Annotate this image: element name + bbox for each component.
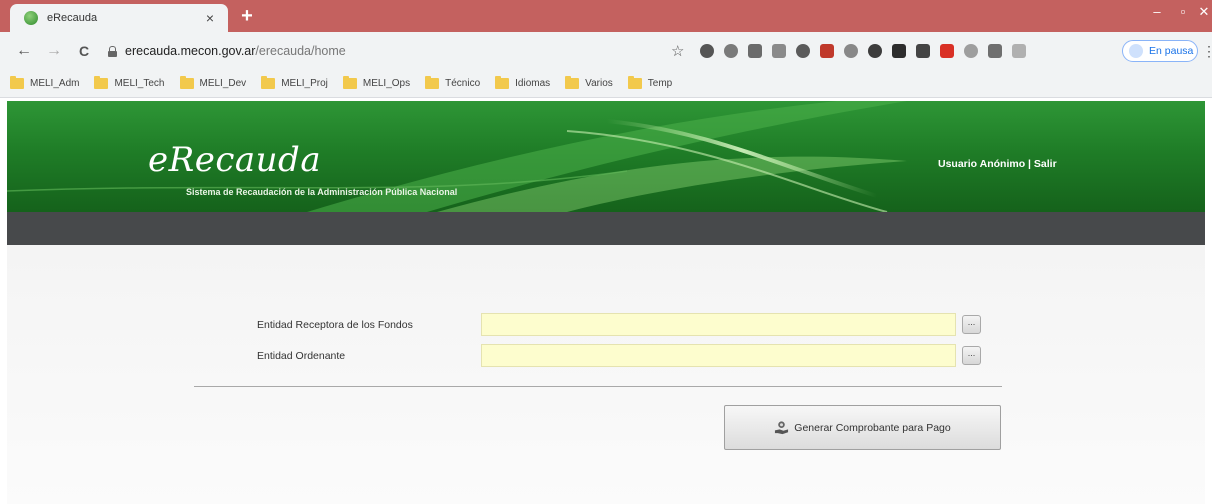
browser-tab-erecauda[interactable]: eRecauda × bbox=[10, 4, 228, 32]
folder-icon bbox=[425, 76, 440, 89]
hand-coin-icon bbox=[775, 421, 789, 435]
url-host: erecauda.mecon.gov.ar bbox=[125, 44, 256, 58]
extension-icon[interactable] bbox=[892, 44, 906, 58]
generar-comprobante-button[interactable]: Generar Comprobante para Pago bbox=[724, 405, 1001, 450]
window-minimize-button[interactable]: – bbox=[1146, 2, 1168, 24]
logo-subtitle: Sistema de Recaudación de la Administrac… bbox=[186, 187, 458, 197]
tab-title: eRecauda bbox=[47, 12, 98, 24]
folder-icon bbox=[495, 76, 510, 89]
address-bar[interactable]: erecauda.mecon.gov.ar/erecauda/home bbox=[108, 38, 668, 64]
bookmark-folder[interactable]: MELI_Adm bbox=[10, 76, 80, 89]
entidad-receptora-label: Entidad Receptora de los Fondos bbox=[257, 319, 413, 331]
green-globe-icon bbox=[24, 11, 38, 25]
bookmarks-bar: MELI_Adm MELI_Tech MELI_Dev MELI_Proj ME… bbox=[0, 70, 1212, 98]
lock-icon bbox=[108, 45, 117, 57]
extension-icon[interactable] bbox=[940, 44, 954, 58]
extension-icon[interactable] bbox=[748, 44, 762, 58]
entidad-ordenante-lookup-button[interactable]: ... bbox=[962, 346, 981, 365]
nav-bar bbox=[7, 212, 1205, 245]
bookmark-folder[interactable]: MELI_Tech bbox=[94, 76, 165, 89]
browser-toolbar: ← → C erecauda.mecon.gov.ar/erecauda/hom… bbox=[0, 32, 1212, 70]
user-name-link[interactable]: Usuario Anónimo bbox=[938, 158, 1025, 170]
new-tab-button[interactable]: + bbox=[236, 5, 258, 27]
profile-paused-button[interactable]: En pausa bbox=[1122, 40, 1198, 62]
reload-icon[interactable]: C bbox=[74, 41, 94, 61]
bookmark-label: MELI_Tech bbox=[114, 78, 165, 89]
folder-icon bbox=[627, 76, 642, 89]
bookmark-label: Temp bbox=[647, 78, 673, 89]
bookmark-label: MELI_Adm bbox=[30, 78, 80, 89]
main-content bbox=[7, 245, 1205, 504]
bookmark-folder[interactable]: MELI_Ops bbox=[342, 76, 411, 89]
forward-arrow-icon[interactable]: → bbox=[44, 41, 64, 61]
folder-icon bbox=[94, 76, 109, 89]
menu-dots-icon[interactable]: ⋮ bbox=[1202, 43, 1212, 60]
pause-label: En pausa bbox=[1149, 45, 1194, 57]
erecauda-logo: eRecauda bbox=[148, 140, 322, 180]
bookmark-label: MELI_Dev bbox=[199, 78, 247, 89]
browser-tab-strip: eRecauda × + – ▫ ✕ bbox=[0, 0, 1212, 32]
extension-icon[interactable] bbox=[772, 44, 786, 58]
folder-icon bbox=[261, 76, 276, 89]
generar-comprobante-label: Generar Comprobante para Pago bbox=[794, 421, 951, 434]
window-maximize-button[interactable]: ▫ bbox=[1172, 2, 1194, 24]
extension-icon[interactable] bbox=[844, 44, 858, 58]
extension-icon[interactable] bbox=[700, 44, 714, 58]
tab-close-icon[interactable]: × bbox=[202, 10, 218, 26]
extension-icon[interactable] bbox=[1012, 44, 1026, 58]
url-path: /erecauda/home bbox=[255, 44, 346, 58]
avatar bbox=[1129, 44, 1143, 58]
folder-icon bbox=[565, 76, 580, 89]
user-area: Usuario Anónimo | Salir bbox=[938, 158, 1057, 170]
entidad-ordenante-input[interactable] bbox=[481, 344, 956, 367]
bookmark-label: MELI_Proj bbox=[281, 78, 328, 89]
extension-icon[interactable] bbox=[916, 44, 930, 58]
extension-icon[interactable] bbox=[820, 44, 834, 58]
extension-icon[interactable] bbox=[988, 44, 1002, 58]
extension-icon[interactable] bbox=[964, 44, 978, 58]
bookmark-label: Técnico bbox=[445, 78, 481, 89]
bookmark-label: MELI_Ops bbox=[362, 78, 411, 89]
form-divider bbox=[194, 386, 1002, 387]
bookmark-folder[interactable]: Varios bbox=[565, 76, 613, 89]
ellipsis-icon: ... bbox=[967, 317, 976, 327]
extension-icon[interactable] bbox=[796, 44, 810, 58]
ellipsis-icon: ... bbox=[967, 348, 976, 358]
entidad-ordenante-label: Entidad Ordenante bbox=[257, 350, 346, 362]
user-separator: | bbox=[1028, 158, 1031, 170]
bookmark-folder[interactable]: Temp bbox=[627, 76, 673, 89]
back-arrow-icon[interactable]: ← bbox=[14, 41, 34, 61]
folder-icon bbox=[342, 76, 357, 89]
folder-icon bbox=[10, 76, 24, 89]
bookmark-label: Varios bbox=[585, 78, 613, 89]
extension-icon[interactable] bbox=[868, 44, 882, 58]
extension-icon[interactable] bbox=[724, 44, 738, 58]
window-close-button[interactable]: ✕ bbox=[1196, 2, 1212, 24]
logout-link[interactable]: Salir bbox=[1034, 158, 1057, 170]
bookmark-folder[interactable]: Idiomas bbox=[495, 76, 551, 89]
bookmark-folder[interactable]: Técnico bbox=[425, 76, 481, 89]
bookmark-label: Idiomas bbox=[515, 78, 551, 89]
entidad-receptora-lookup-button[interactable]: ... bbox=[962, 315, 981, 334]
folder-icon bbox=[179, 76, 194, 89]
entidad-receptora-input[interactable] bbox=[481, 313, 956, 336]
bookmark-star-icon[interactable]: ☆ bbox=[671, 42, 684, 60]
bookmark-folder[interactable]: MELI_Proj bbox=[261, 76, 328, 89]
bookmark-folder[interactable]: MELI_Dev bbox=[179, 76, 247, 89]
